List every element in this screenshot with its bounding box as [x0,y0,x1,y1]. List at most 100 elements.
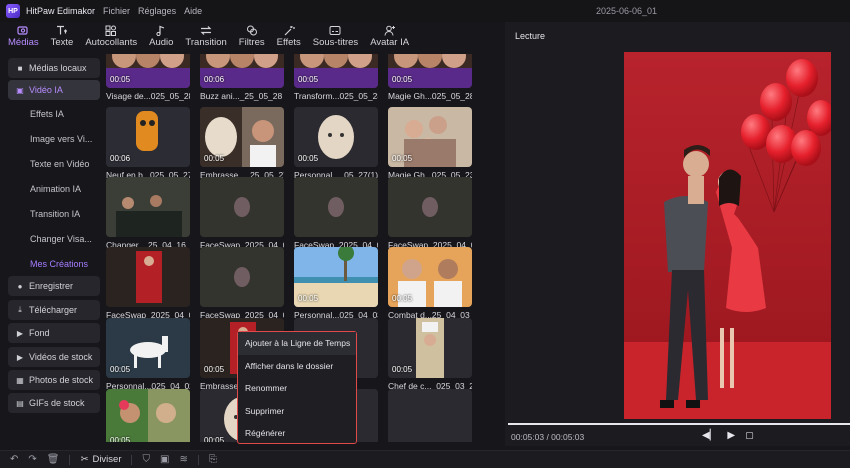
sidebar-item-fond[interactable]: ▶ Fond [8,323,100,343]
tab-effets[interactable]: Effets [271,22,307,50]
sidebar-item-animation-ia[interactable]: Animation IA [8,179,100,199]
duration-label: 00:05 [110,436,131,442]
delete-icon[interactable]: 🗑 [47,454,60,465]
context-menu: Ajouter à la Ligne de Temps Afficher dans… [237,331,357,444]
media-item[interactable]: 00:05 Personnal...025_04_02 [106,318,190,391]
video-stock-icon: ▶ [16,352,24,362]
sidebar-item-mes-creations[interactable]: Mes Créations [8,254,100,274]
media-thumbnail: 00:06 [200,54,284,88]
duration-label: 00:05 [110,365,131,374]
divide-button[interactable]: ✂ Diviser [80,454,121,465]
filter-icon [245,24,259,36]
media-icon [16,24,30,36]
tab-audio[interactable]: Audio [143,22,179,50]
media-item[interactable]: 00:05 Personnal..._05_27(1) [294,107,378,180]
playback-controls: ◀▏ ▶ ▢ [702,430,754,441]
media-thumbnail: 00:05 [388,247,472,307]
duration-label: 00:05 [298,294,319,303]
media-thumbnail [294,177,378,237]
media-thumbnail: 00:05 [388,107,472,167]
media-item[interactable]: FaceSwap_2025_04_03 [200,247,284,320]
tab-transition[interactable]: Transition [179,22,232,50]
tab-autocollants[interactable]: Autocollants [79,22,143,50]
sidebar-item-video-ia[interactable]: ▣ Vidéo IA [8,80,100,100]
duration-label: 00:05 [392,294,413,303]
media-caption: Visage de...025_05_28 [106,91,190,101]
tab-filtres[interactable]: Filtres [233,22,271,50]
tab-medias[interactable]: Médias [2,22,45,50]
duration-label: 00:06 [110,154,131,163]
media-thumbnail: 00:05 [294,107,378,167]
avatar-icon [383,24,397,36]
text-tool-icon[interactable]: ▣ [160,454,169,465]
sidebar-item-medias-locaux[interactable]: ■ Médias locaux [8,58,100,78]
menu-aide[interactable]: Aide [184,6,202,16]
media-item[interactable]: 00:05 Magie Gh...025_05_28 [388,54,472,101]
media-item[interactable]: 00:05 Combat d...25_04_03 [388,247,472,320]
redo-icon[interactable]: ↷ [28,454,36,465]
media-thumbnail: 00:05 [200,107,284,167]
media-thumbnail [388,177,472,237]
sidebar-item-gifs-de-stock[interactable]: ▤ GIFs de stock [8,393,100,413]
media-item[interactable]: 00:05 Visage de...025_05_28 [106,54,190,101]
export-icon[interactable]: ⎘ [209,454,217,465]
audio-split-icon[interactable]: ≋ [179,454,187,465]
context-menu-item[interactable]: Régénérer [238,422,356,445]
media-item[interactable]: FaceSwap_2025_04_03 [106,247,190,320]
media-item[interactable]: 00:06 Neuf en b...025_05_27 [106,107,190,180]
media-item[interactable]: FaceSwap_2025_04_03 [200,177,284,250]
sidebar-item-photos-de-stock[interactable]: ▦ Photos de stock [8,370,100,390]
media-thumbnail: 00:05 [294,247,378,307]
media-thumbnail: 00:05 [106,54,190,88]
preview-panel: Lecture 00:05:03 / 00:05:03 ◀▏ ▶ ▢ [505,22,850,446]
media-item[interactable]: 00:05 Personnal...025_04_03 [294,247,378,320]
media-item[interactable]: 00:05 Embrasse..._25_05_27 [200,107,284,180]
app-logo: HP [6,4,20,18]
media-item[interactable]: FaceSwap_2025_04_03 [294,177,378,250]
timeline-toolbar: ↶ ↷ 🗑 ✂ Diviser ⛉ ▣ ≋ ⎘ [0,450,850,468]
media-item[interactable]: 00:05 Chef de c..._025_03_25 [388,318,472,391]
playback-progress-bar[interactable] [508,423,850,425]
sidebar-item-telecharger[interactable]: ⤓ Télécharger [8,300,100,320]
folder-icon: ■ [17,63,23,73]
sidebar-item-enregistrer[interactable]: ● Enregistrer [8,276,100,296]
play-icon[interactable]: ▶ [727,430,735,441]
context-menu-item[interactable]: Afficher dans le dossier [238,355,356,378]
duration-label: 00:05 [204,365,225,374]
media-item[interactable]: 00:05Avi...25_03_24 [106,389,190,442]
sidebar-item-videos-de-stock[interactable]: ▶ Vidéos de stock [8,347,100,367]
duration-label: 00:05 [298,154,319,163]
context-menu-item[interactable]: Supprimer [238,400,356,423]
preview-title: Lecture [515,31,546,41]
duration-label: 00:05 [392,75,413,84]
menu-fichier[interactable]: Fichier [103,6,130,16]
context-menu-item[interactable]: Ajouter à la Ligne de Temps [238,332,356,355]
menu-reglages[interactable]: Réglages [138,6,176,16]
mask-icon[interactable]: ⛉ [142,454,150,465]
sidebar-item-effets-ia[interactable]: Effets IA [8,104,100,124]
tab-texte[interactable]: Texte [45,22,80,50]
undo-icon[interactable]: ↶ [10,454,18,465]
context-menu-item[interactable]: Renommer [238,377,356,400]
media-caption: Buzz ani..._25_05_28 [200,91,283,101]
media-item[interactable]: FaceSwap_2025_04_03 [388,177,472,250]
media-item[interactable] [388,389,472,442]
sidebar-item-image-vers-video[interactable]: Image vers Vi... [8,129,100,149]
gif-icon: ▤ [16,398,24,408]
duration-label: 00:05 [392,154,413,163]
tab-avatar-ia[interactable]: Avatar IA [364,22,415,50]
media-thumbnail [388,389,472,442]
volume-icon[interactable]: ◀▏ [702,430,717,441]
media-item[interactable]: Changer ...25_04_16 [106,177,190,250]
media-item[interactable]: 00:05 Magie Gh...025_05_23 [388,107,472,180]
video-frame[interactable] [624,52,831,419]
sidebar-item-changer-visage[interactable]: Changer Visa... [8,229,100,249]
fullscreen-icon[interactable]: ▢ [745,430,754,441]
duration-label: 00:06 [204,75,225,84]
media-item[interactable]: 00:06 Buzz ani..._25_05_28 [200,54,284,101]
sidebar-item-texte-en-video[interactable]: Texte en Vidéo [8,154,100,174]
media-item[interactable]: 00:05 Transform...025_05_28 [294,54,378,101]
media-thumbnail: 00:06 [106,107,190,167]
sidebar-item-transition-ia[interactable]: Transition IA [8,204,100,224]
tab-sous-titres[interactable]: Sous-titres [307,22,364,50]
